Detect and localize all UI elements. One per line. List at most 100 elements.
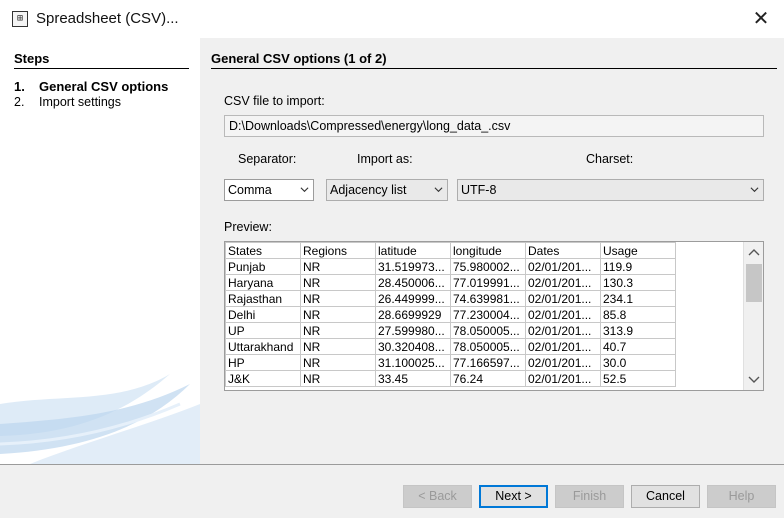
table-cell: 234.1: [600, 290, 676, 307]
scrollbar-thumb[interactable]: [746, 264, 762, 302]
table-cell: 78.050005...: [450, 338, 526, 355]
table-cell: 76.24: [450, 370, 526, 387]
spreadsheet-app-icon: ⊞: [12, 11, 28, 27]
table-cell: 77.019991...: [450, 274, 526, 291]
step-import-settings: 2. Import settings: [14, 95, 121, 109]
column-header: Regions: [300, 242, 376, 259]
column-header: longitude: [450, 242, 526, 259]
table-cell: 02/01/201...: [525, 338, 601, 355]
table-cell: Uttarakhand: [225, 338, 301, 355]
table-cell: 119.9: [600, 258, 676, 275]
table-row: Uttarakhand NR 30.320408... 78.050005... 02/…: [225, 338, 676, 355]
decorative-swoosh: [0, 374, 200, 464]
charset-label: Charset:: [586, 152, 634, 166]
table-row: Rajasthan NR 26.449999... 74.639981... 02/01…: [225, 290, 676, 307]
table-row: Punjab NR 31.519973... 75.980002... 02/01/20…: [225, 258, 676, 275]
table-row: J&K NR 33.45 76.24 02/01/201... 52.5: [225, 370, 676, 387]
table-cell: 77.166597...: [450, 354, 526, 371]
column-header: Dates: [525, 242, 601, 259]
table-cell: 02/01/201...: [525, 274, 601, 291]
step-number: 2.: [14, 95, 25, 109]
cancel-button[interactable]: Cancel: [631, 485, 700, 508]
table-cell: 74.639981...: [450, 290, 526, 307]
table-cell: NR: [300, 258, 376, 275]
table-cell: 02/01/201...: [525, 290, 601, 307]
table-cell: NR: [300, 274, 376, 291]
scroll-down-icon[interactable]: [744, 370, 764, 388]
import-as-dropdown[interactable]: Adjacency list: [326, 179, 448, 201]
table-cell: 33.45: [375, 370, 451, 387]
column-header: latitude: [375, 242, 451, 259]
title-bar: ⊞ Spreadsheet (CSV)... ✕: [0, 0, 784, 38]
chevron-down-icon: [300, 187, 309, 193]
table-cell: Punjab: [225, 258, 301, 275]
preview-header-row: States Regions latitude longitude Dates …: [225, 242, 676, 259]
scroll-up-icon[interactable]: [744, 244, 764, 262]
table-cell: 02/01/201...: [525, 370, 601, 387]
table-cell: NR: [300, 306, 376, 323]
import-as-label: Import as:: [357, 152, 413, 166]
step-label: General CSV options: [39, 79, 169, 94]
table-cell: 02/01/201...: [525, 258, 601, 275]
page-title: General CSV options (1 of 2): [211, 51, 777, 69]
file-label: CSV file to import:: [224, 94, 325, 108]
table-cell: 02/01/201...: [525, 306, 601, 323]
table-row: Haryana NR 28.450006... 77.019991... 02/01/2…: [225, 274, 676, 291]
table-cell: 30.320408...: [375, 338, 451, 355]
table-row: UP NR 27.599980... 78.050005... 02/01/201...…: [225, 322, 676, 339]
column-header: States: [225, 242, 301, 259]
separator-label: Separator:: [238, 152, 297, 166]
table-cell: HP: [225, 354, 301, 371]
table-cell: 52.5: [600, 370, 676, 387]
table-cell: Delhi: [225, 306, 301, 323]
table-cell: 31.519973...: [375, 258, 451, 275]
step-label: Import settings: [39, 95, 121, 109]
table-cell: 313.9: [600, 322, 676, 339]
table-row: HP NR 31.100025... 77.166597... 02/01/201...…: [225, 354, 676, 371]
table-cell: NR: [300, 354, 376, 371]
window-title: Spreadsheet (CSV)...: [36, 10, 179, 27]
preview-label: Preview:: [224, 220, 272, 234]
table-cell: J&K: [225, 370, 301, 387]
preview-vertical-scrollbar[interactable]: [743, 242, 763, 390]
step-number: 1.: [14, 79, 25, 94]
charset-dropdown[interactable]: UTF-8: [457, 179, 764, 201]
table-row: Delhi NR 28.6699929 77.230004... 02/01/201..…: [225, 306, 676, 323]
table-cell: 27.599980...: [375, 322, 451, 339]
table-cell: NR: [300, 290, 376, 307]
finish-button[interactable]: Finish: [555, 485, 624, 508]
table-cell: 75.980002...: [450, 258, 526, 275]
chevron-down-icon: [434, 187, 443, 193]
separator-dropdown[interactable]: Comma: [224, 179, 314, 201]
table-cell: 02/01/201...: [525, 322, 601, 339]
help-button[interactable]: Help: [707, 485, 776, 508]
table-cell: 28.450006...: [375, 274, 451, 291]
steps-panel: Steps 1. General CSV options 2. Import set…: [0, 38, 200, 464]
table-cell: 26.449999...: [375, 290, 451, 307]
table-cell: 85.8: [600, 306, 676, 323]
table-cell: 130.3: [600, 274, 676, 291]
table-cell: 02/01/201...: [525, 354, 601, 371]
table-cell: 31.100025...: [375, 354, 451, 371]
close-button[interactable]: ✕: [738, 0, 784, 38]
table-cell: 30.0: [600, 354, 676, 371]
table-cell: 40.7: [600, 338, 676, 355]
table-cell: 78.050005...: [450, 322, 526, 339]
step-general-csv-options: 1. General CSV options: [14, 79, 168, 94]
csv-file-path-field[interactable]: D:\Downloads\Compressed\energy\long_data…: [224, 115, 764, 137]
table-cell: 28.6699929: [375, 306, 451, 323]
back-button[interactable]: < Back: [403, 485, 472, 508]
charset-value: UTF-8: [461, 183, 497, 197]
separator-value: Comma: [228, 183, 272, 197]
table-cell: NR: [300, 322, 376, 339]
import-as-value: Adjacency list: [330, 183, 407, 197]
table-cell: NR: [300, 370, 376, 387]
preview-table: States Regions latitude longitude Dates …: [225, 242, 676, 387]
table-cell: 77.230004...: [450, 306, 526, 323]
table-cell: NR: [300, 338, 376, 355]
options-panel: General CSV options (1 of 2) CSV file to…: [200, 38, 784, 464]
button-bar: < Back Next > Finish Cancel Help: [0, 464, 784, 518]
next-button[interactable]: Next >: [479, 485, 548, 508]
steps-heading: Steps: [14, 51, 189, 69]
preview-table-container[interactable]: States Regions latitude longitude Dates …: [224, 241, 764, 391]
